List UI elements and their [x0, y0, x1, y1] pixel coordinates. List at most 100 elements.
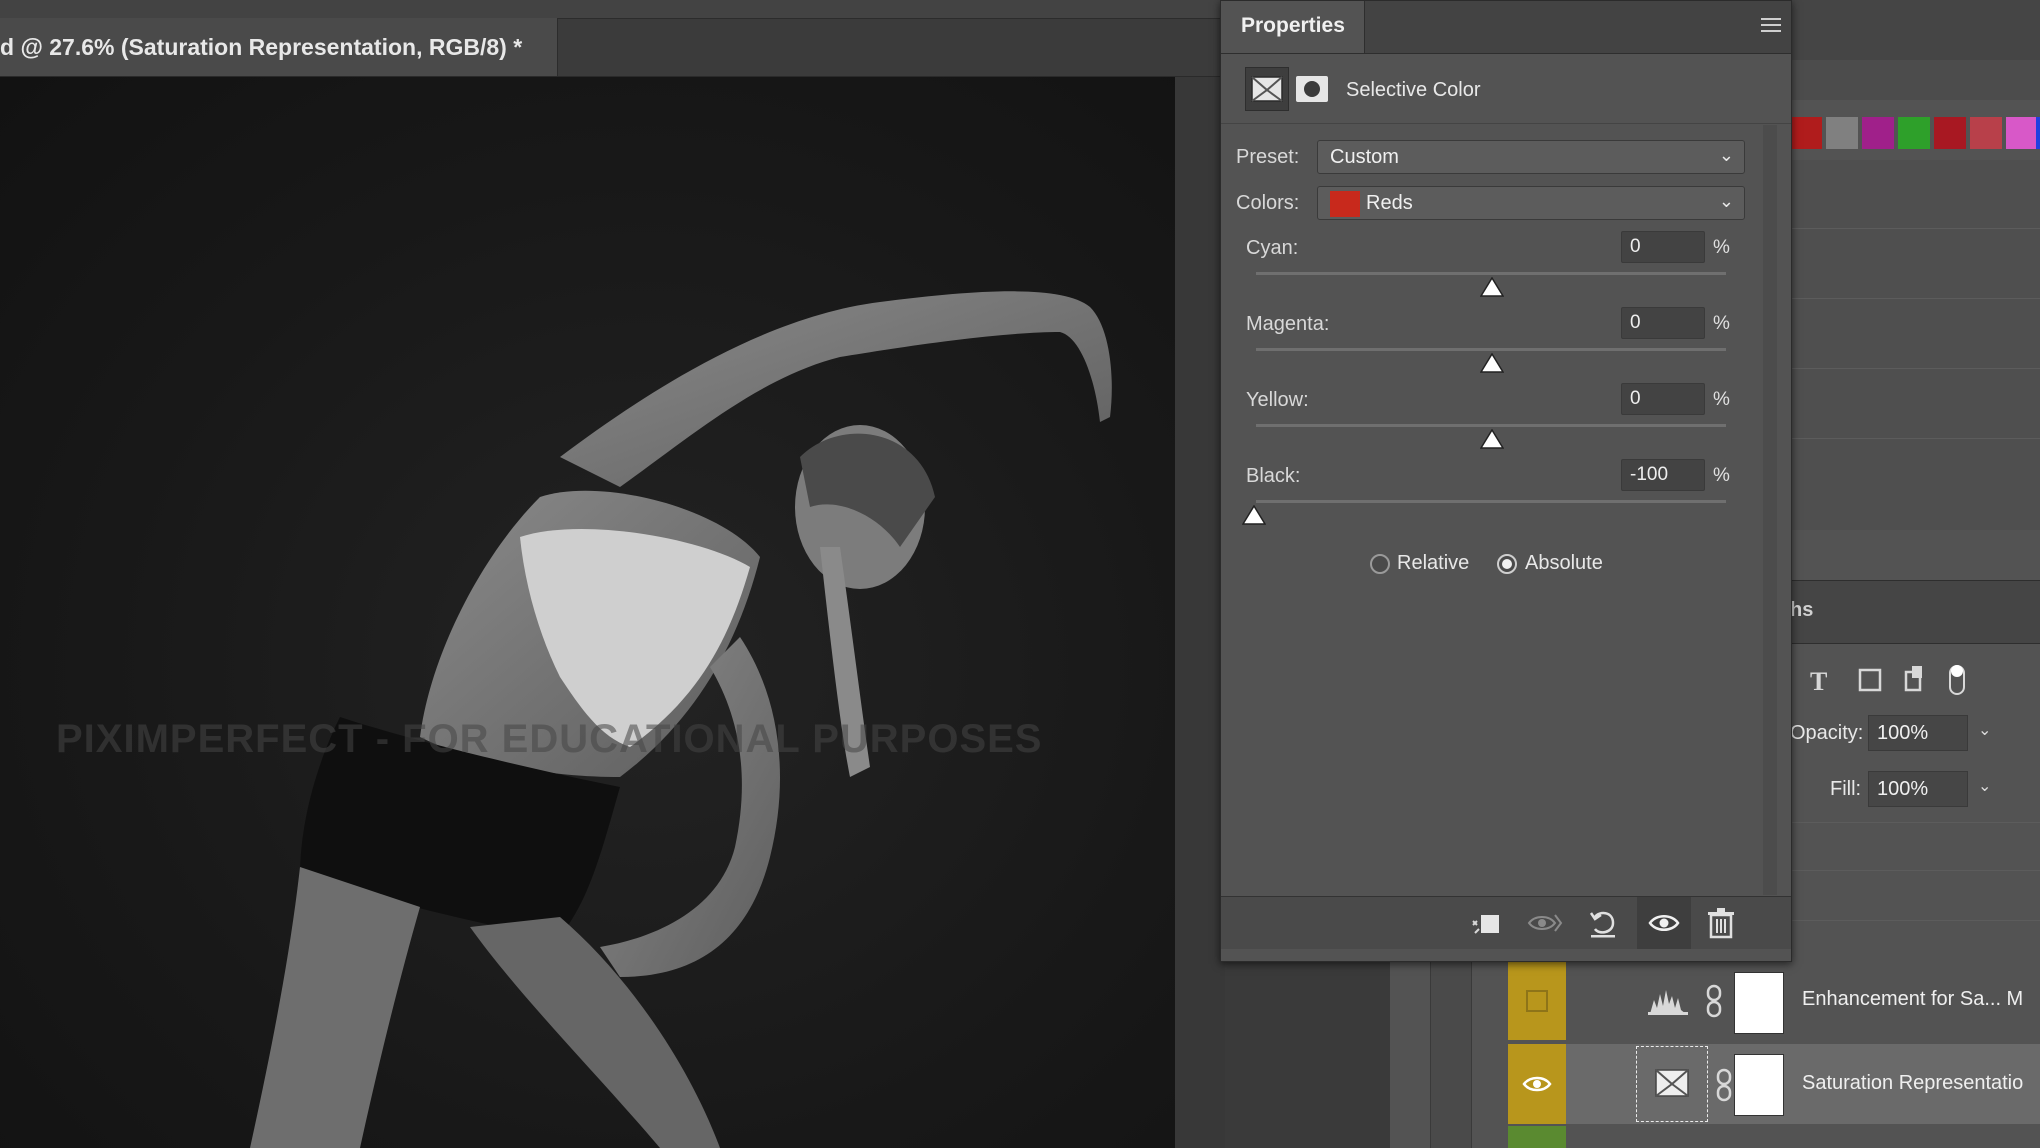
colors-dropdown[interactable]: Reds ⌄	[1317, 186, 1745, 220]
black-input[interactable]: -100	[1621, 459, 1705, 491]
layers-list: Enhancement for Sa... M Saturation Repre…	[1390, 960, 2040, 1148]
preset-label: Preset:	[1236, 146, 1300, 168]
black-slider-track[interactable]	[1256, 500, 1726, 503]
document-image[interactable]: PIXIMPERFECT - FOR EDUCATIONAL PURPOSES	[0, 77, 1175, 1148]
svg-text:T: T	[1810, 667, 1827, 696]
paths-tab-label[interactable]: hs	[1790, 599, 1813, 622]
watermark-text: PIXIMPERFECT - FOR EDUCATIONAL PURPOSES	[56, 717, 1043, 761]
yellow-slider-thumb[interactable]	[1480, 429, 1504, 449]
magenta-slider-track[interactable]	[1256, 348, 1726, 351]
clip-to-layer-icon[interactable]	[1467, 903, 1507, 943]
mask-icon	[1296, 76, 1328, 102]
preset-value: Custom	[1330, 146, 1399, 168]
opacity-value: 100%	[1877, 722, 1929, 744]
reset-icon[interactable]	[1583, 903, 1623, 943]
black-unit: %	[1713, 465, 1730, 486]
magenta-value: 0	[1630, 312, 1641, 333]
swatch-7[interactable]	[2006, 117, 2038, 149]
document-tab-bar: d @ 27.6% (Saturation Representation, RG…	[0, 0, 1225, 77]
opacity-chevron-icon[interactable]: ⌄	[1978, 720, 1991, 740]
layer-name-enhancement: Enhancement for Sa... M	[1802, 988, 2024, 1010]
tab-properties[interactable]: Properties	[1221, 1, 1365, 53]
swatch-4[interactable]	[1898, 117, 1930, 149]
fill-chevron-icon[interactable]: ⌄	[1978, 776, 1991, 796]
layer-color-tag	[1508, 1044, 1566, 1124]
layers-tab-bar: hs	[1790, 580, 2040, 644]
layer-mask-thumbnail[interactable]	[1734, 972, 1784, 1034]
layer-filter-icons[interactable]: T	[1810, 662, 2030, 698]
properties-footer	[1221, 896, 1791, 949]
panel-menu-icon[interactable]	[1761, 17, 1781, 33]
cyan-slider-thumb[interactable]	[1480, 277, 1504, 297]
document-tab-title: d @ 27.6% (Saturation Representation, RG…	[0, 34, 523, 60]
yellow-input[interactable]: 0	[1621, 383, 1705, 415]
swatch-2[interactable]	[1826, 117, 1858, 149]
magenta-unit: %	[1713, 313, 1730, 334]
document-tab[interactable]: d @ 27.6% (Saturation Representation, RG…	[0, 18, 558, 76]
layer-color-tag	[1508, 962, 1566, 1040]
absolute-radio[interactable]	[1497, 554, 1517, 574]
properties-panel: Properties Selective Color Preset: Custo…	[1220, 0, 1792, 962]
cyan-unit: %	[1713, 237, 1730, 258]
adjustment-name: Selective Color	[1346, 79, 1481, 101]
selective-color-thumbnail[interactable]	[1636, 1046, 1708, 1122]
magenta-label: Magenta:	[1246, 313, 1330, 335]
tab-strip	[0, 0, 1225, 19]
yellow-value: 0	[1630, 388, 1641, 409]
selective-color-icon	[1655, 1069, 1689, 1097]
swatch-3[interactable]	[1862, 117, 1894, 149]
opacity-input[interactable]: 100%	[1868, 715, 1968, 751]
layer-color-tag-next	[1508, 1126, 1566, 1148]
cyan-label: Cyan:	[1246, 237, 1299, 259]
swatches-list	[1790, 160, 2040, 530]
selective-color-icon	[1251, 76, 1283, 102]
eye-icon[interactable]	[1522, 1074, 1552, 1094]
magenta-slider-thumb[interactable]	[1480, 353, 1504, 373]
swatch-5[interactable]	[1934, 117, 1966, 149]
swatch-1[interactable]	[1790, 117, 1822, 149]
visibility-off-icon[interactable]	[1526, 990, 1548, 1012]
view-previous-state-icon[interactable]	[1525, 903, 1565, 943]
magenta-input[interactable]: 0	[1621, 307, 1705, 339]
relative-radio[interactable]	[1370, 554, 1390, 574]
swatch-6[interactable]	[1970, 117, 2002, 149]
yellow-unit: %	[1713, 389, 1730, 410]
swatches-header	[1790, 60, 2040, 100]
absolute-label[interactable]: Absolute	[1525, 552, 1603, 575]
eye-icon[interactable]	[1644, 903, 1684, 943]
relative-label[interactable]: Relative	[1397, 552, 1469, 575]
fill-value: 100%	[1877, 778, 1929, 800]
mask-icon-button[interactable]	[1295, 73, 1329, 105]
layer-name-saturation: Saturation Representatio	[1802, 1072, 2024, 1094]
layer-row-saturation[interactable]: Saturation Representatio	[1508, 1044, 2040, 1124]
cyan-input[interactable]: 0	[1621, 231, 1705, 263]
opacity-label: Opacity:	[1790, 722, 1864, 744]
canvas-area[interactable]: PIXIMPERFECT - FOR EDUCATIONAL PURPOSES	[0, 77, 1225, 1148]
colors-value: Reds	[1366, 192, 1413, 214]
adjustment-icon-button[interactable]	[1245, 67, 1289, 111]
chevron-down-icon: ⌄	[1718, 191, 1734, 211]
layer-row-enhancement[interactable]: Enhancement for Sa... M	[1508, 962, 2040, 1042]
fill-label: Fill:	[1830, 778, 1862, 800]
dancer-figure	[250, 291, 1112, 1148]
dock-header	[1790, 0, 2040, 61]
levels-icon	[1648, 990, 1688, 1015]
trash-icon[interactable]	[1701, 903, 1741, 943]
yellow-slider-track[interactable]	[1256, 424, 1726, 427]
link-icon[interactable]	[1714, 1068, 1734, 1102]
link-icon[interactable]	[1704, 984, 1724, 1018]
layers-gutter	[1430, 960, 1472, 1148]
chevron-down-icon: ⌄	[1718, 145, 1734, 165]
cyan-slider-track[interactable]	[1256, 272, 1726, 275]
black-slider-thumb[interactable]	[1242, 505, 1266, 525]
colors-label: Colors:	[1236, 192, 1300, 214]
yellow-label: Yellow:	[1246, 389, 1309, 411]
black-label: Black:	[1246, 465, 1301, 487]
preset-dropdown[interactable]: Custom ⌄	[1317, 140, 1745, 174]
layer-mask-thumbnail[interactable]	[1734, 1054, 1784, 1116]
panel-scrollbar[interactable]	[1763, 125, 1777, 895]
properties-tab-label: Properties	[1241, 14, 1345, 37]
swatch-8[interactable]	[2036, 117, 2040, 149]
color-swatch-reds	[1330, 191, 1360, 217]
fill-input[interactable]: 100%	[1868, 771, 1968, 807]
